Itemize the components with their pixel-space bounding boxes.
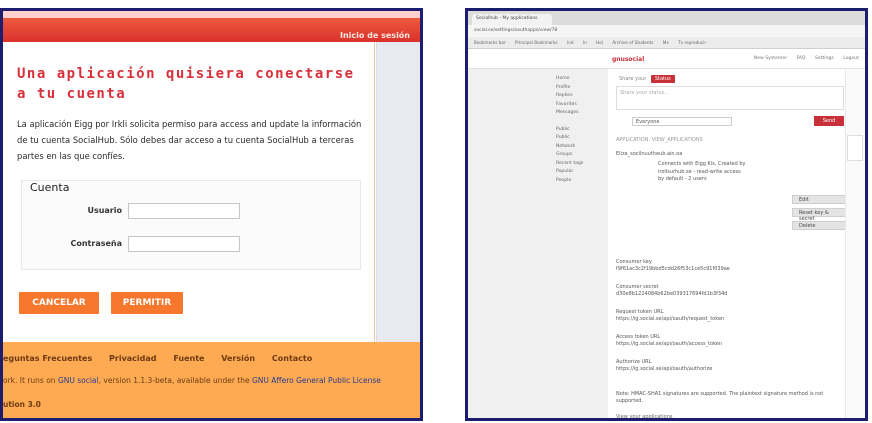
signature-note: Note: HMAC-SHA1 signatures are supported… [616,391,824,404]
account-fieldset: Cuenta Usuario Contraseña [21,180,361,270]
app-meta: Connects with Eigg Kis. Created by iroll… [658,161,746,182]
consumer-secret: Consumer secret d30e8b1224084b62be039317… [616,284,844,298]
edit-button[interactable]: Edit [792,195,848,204]
authorization-description: La aplicación Eigg por Irkli solicita pe… [17,119,362,161]
password-input[interactable] [128,236,240,252]
status-tab[interactable]: Status [650,75,675,83]
bookmark-item[interactable]: Principal Bookmarks [515,40,558,45]
sidebar-item[interactable]: Public [556,126,583,135]
nav-item[interactable]: Settings [815,56,834,61]
footer-link-privacy[interactable]: Privacidad [109,354,157,363]
site-nav: New Systemer FAQ Settings Logout [746,56,859,61]
reset-key-button[interactable]: Reset key & secret [792,208,848,222]
bookmark-item[interactable]: Archive of Students [612,40,653,45]
footer: eguntas Frecuentes Privacidad Fuente Ver… [3,342,420,418]
sidebar-nav: Home Profile Replies Favorites Messages … [556,75,583,185]
password-label: Contraseña [70,239,122,248]
sidebar-item[interactable]: Popular [556,168,583,177]
sidebar-item[interactable]: Network [556,143,583,152]
right-rail [845,69,865,418]
oauth-authorize-panel: Inicio de sesión Una aplicación quisiera… [0,8,423,421]
allow-button[interactable]: PERMITIR [111,292,183,314]
request-token-label: Request token URL [616,309,664,315]
access-token-value: https://ig.social.se/api/oauth/access_to… [616,341,723,347]
license-text: ork. It runs on GNU social, version 1.1.… [3,376,381,385]
bookmark-item[interactable]: Ind [567,40,574,45]
bookmark-item[interactable]: In [583,40,587,45]
content-license: ution 3.0 [3,400,41,409]
section-title: APPLICATION: VIEW_APPLICATIONS [616,137,703,143]
sidebar-item[interactable]: Messages [556,109,583,118]
browser-tab[interactable]: Socialhub - My applications [472,14,552,25]
share-tabs: Share your Status [616,75,844,83]
sidebar-item[interactable]: Recent tags [556,160,583,169]
request-token-url: Request token URL https://ig.social.se/a… [616,309,844,323]
fieldset-legend: Cuenta [30,181,70,194]
username-label: Usuario [87,206,122,215]
share-controls: Everyone Send [616,116,844,128]
access-token-label: Access token URL [616,334,661,340]
footer-link-contact[interactable]: Contacto [272,354,312,363]
page-title: Una aplicación quisiera conectarse a tu … [17,66,355,102]
send-button[interactable]: Send [814,116,844,126]
bookmarks-bar: Bookmarks bar Principal Bookmarks Ind In… [468,37,865,49]
cancel-button[interactable]: CANCELAR [19,292,99,314]
gnu-social-link[interactable]: GNU social [58,376,99,385]
browser-window: Socialhub - My applications social.se/se… [465,8,868,421]
nav-item[interactable]: FAQ [797,56,806,61]
authorize-value: https://ig.social.se/api/oauth/authorize [616,366,713,372]
bookmark-item[interactable]: Tv reproducir [678,40,706,45]
username-row: Usuario [22,203,362,221]
header-bar: Inicio de sesión [3,18,420,42]
authorize-url: Authorize URL https://ig.social.se/api/o… [616,359,844,373]
sidebar: Home Profile Replies Favorites Messages … [468,69,608,418]
nav-item[interactable]: Logout [843,56,859,61]
top-accent-bar [3,11,420,18]
bookmark-item[interactable]: Mx [663,40,669,45]
footer-link-faq[interactable]: eguntas Frecuentes [3,354,92,363]
view-apps-link[interactable]: View your applications [616,414,672,418]
license-prefix: ork. It runs on [3,376,58,385]
nav-item[interactable]: New Systemer [754,56,787,61]
right-rail [376,42,420,342]
main-content: Una aplicación quisiera conectarse a tu … [7,42,375,342]
tab-bar: Socialhub - My applications [468,11,865,25]
consumer-key: Consumer key f9f61ac3c2f19bbd5cdd26f53c1… [616,259,844,273]
audience-select[interactable]: Everyone [632,117,732,126]
site-header: gnusocial New Systemer FAQ Settings Logo… [468,49,865,69]
footer-links: eguntas Frecuentes Privacidad Fuente Ver… [3,354,326,363]
consumer-key-value: f9f61ac3c2f19bbd5cdd26f53c1ce5c91f039ae [616,266,730,272]
sidebar-item[interactable]: Public [556,134,583,143]
site-logo[interactable]: gnusocial [612,56,644,63]
login-link[interactable]: Inicio de sesión [340,31,410,40]
address-bar[interactable]: social.se/settings/oauthapps/view/78 [468,25,865,37]
license-mid: , version 1.1.3-beta, available under th… [98,376,252,385]
app-name: Eliza_socilnuutheub.ain.oa [616,151,683,157]
sidebar-item[interactable]: Groups [556,151,583,160]
agpl-link[interactable]: GNU Affero General Public License [252,376,381,385]
footer-link-source[interactable]: Fuente [173,354,204,363]
consumer-key-label: Consumer key [616,259,652,265]
sidebar-item[interactable]: Profile [556,84,583,93]
request-token-value: https://ig.social.se/api/oauth/request_t… [616,316,725,322]
sidebar-item[interactable]: Favorites [556,101,583,110]
footer-link-version[interactable]: Versión [221,354,255,363]
bookmark-item[interactable]: Bookmarks bar [474,40,506,45]
status-input[interactable]: Share your status... [616,86,844,110]
sidebar-item[interactable]: People [556,177,583,186]
consumer-secret-label: Consumer secret [616,284,659,290]
bookmark-item[interactable]: Hol [596,40,603,45]
sidebar-item[interactable]: Replies [556,92,583,101]
sidebar-item[interactable]: Home [556,75,583,84]
delete-button[interactable]: Delete [792,221,848,230]
access-token-url: Access token URL https://ig.social.se/ap… [616,334,844,348]
rail-card [847,135,863,161]
consumer-secret-value: d30e8b1224084b62be039317694fd1b3f34d [616,291,728,297]
username-input[interactable] [128,203,240,219]
authorize-label: Authorize URL [616,359,652,365]
app-details: Share your Status Share your status... E… [610,69,848,418]
share-tab[interactable]: Share your [616,75,649,83]
password-row: Contraseña [22,236,362,254]
